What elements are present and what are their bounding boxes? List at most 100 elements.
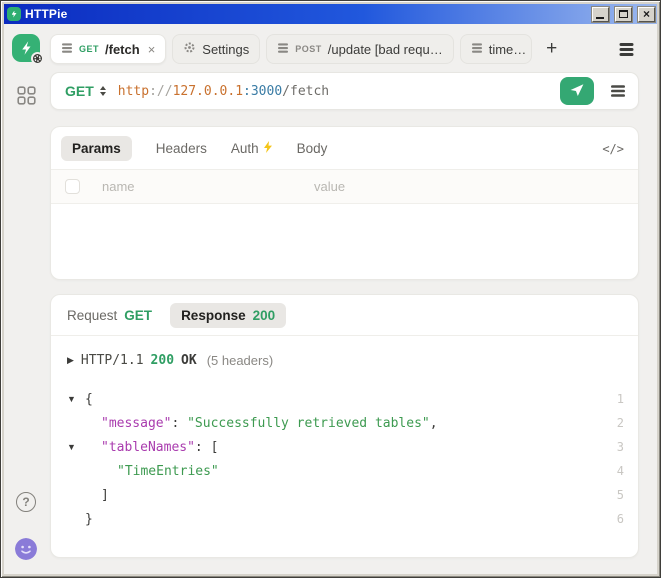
request-stack-icon bbox=[61, 42, 73, 57]
param-checkbox[interactable] bbox=[65, 179, 80, 194]
method-selector[interactable]: GET bbox=[65, 83, 106, 99]
json-key: "tableNames" bbox=[101, 440, 195, 455]
fold-open-icon[interactable]: ▼ bbox=[67, 442, 85, 452]
request-label: Request bbox=[67, 308, 117, 323]
environment-stack-icon[interactable] bbox=[606, 79, 630, 103]
request-editor-card: Params Headers Auth Body </> bbox=[50, 126, 639, 280]
gear-icon bbox=[183, 41, 196, 57]
response-body-json: ▼ { 1 "message": "Successfully retrieved… bbox=[67, 387, 624, 531]
request-editor-tabs: Params Headers Auth Body </> bbox=[51, 127, 638, 169]
fold-open-icon[interactable]: ▼ bbox=[67, 394, 85, 404]
tab-response[interactable]: Response 200 bbox=[170, 303, 286, 328]
response-status-badge: 200 bbox=[253, 308, 276, 323]
tab-path: /fetch bbox=[105, 42, 140, 57]
main-area: GET /fetch × Settings POST /update [bad … bbox=[48, 24, 657, 574]
line-number: 2 bbox=[606, 416, 624, 430]
help-icon: ? bbox=[22, 495, 29, 509]
response-body-line: ] 5 bbox=[67, 483, 624, 507]
minimize-icon bbox=[596, 17, 604, 19]
new-tab-button[interactable]: + bbox=[538, 35, 566, 63]
tab-label: time… bbox=[489, 42, 527, 57]
url-bar: GET http://127.0.0.1:3000/fetch bbox=[50, 72, 639, 110]
response-body-line: "message": "Successfully retrieved table… bbox=[67, 411, 624, 435]
httpie-window-icon bbox=[7, 7, 21, 21]
json-key: "message" bbox=[101, 416, 171, 431]
method-label: GET bbox=[65, 83, 94, 99]
tab-post-update[interactable]: POST /update [bad requ… bbox=[266, 34, 453, 64]
response-label: Response bbox=[181, 308, 246, 323]
tab-path: /update [bad requ… bbox=[328, 42, 443, 57]
maximize-button[interactable] bbox=[615, 7, 632, 22]
tab-body[interactable]: Body bbox=[297, 136, 328, 161]
status-reason: OK bbox=[181, 353, 197, 368]
gear-badge-icon bbox=[31, 52, 44, 65]
json-token: [ bbox=[211, 440, 219, 455]
json-token: } bbox=[85, 512, 93, 527]
tab-auth[interactable]: Auth bbox=[231, 136, 273, 161]
request-stack-icon bbox=[277, 42, 289, 57]
tab-settings[interactable]: Settings bbox=[172, 34, 260, 64]
url-separator: :// bbox=[149, 84, 172, 99]
line-number: 3 bbox=[606, 440, 624, 454]
url-host: 127.0.0.1 bbox=[173, 84, 243, 99]
httpie-logo bbox=[12, 34, 40, 62]
collections-layers-icon[interactable] bbox=[613, 36, 639, 62]
httpie-window: HTTPie × ? bbox=[0, 0, 661, 578]
url-path: /fetch bbox=[282, 84, 329, 99]
response-body-line: ▼ "tableNames": [ 3 bbox=[67, 435, 624, 459]
response-body-line: "TimeEntries" 4 bbox=[67, 459, 624, 483]
line-number: 5 bbox=[606, 488, 624, 502]
response-tabs: Request GET Response 200 bbox=[51, 295, 638, 335]
url-scheme: http bbox=[118, 84, 149, 99]
json-string: "TimeEntries" bbox=[117, 464, 219, 479]
response-card: Request GET Response 200 ▶ HTTP/1.1 200 … bbox=[50, 294, 639, 558]
close-icon: × bbox=[643, 8, 650, 20]
tab-get-fetch[interactable]: GET /fetch × bbox=[50, 34, 166, 64]
minimize-button[interactable] bbox=[592, 7, 609, 22]
tab-headers[interactable]: Headers bbox=[156, 136, 207, 161]
json-colon: : bbox=[195, 440, 211, 455]
sidebar: ? bbox=[4, 24, 48, 574]
line-number: 4 bbox=[606, 464, 624, 478]
param-value-input[interactable] bbox=[314, 179, 624, 194]
response-body-line: ▼ { 1 bbox=[67, 387, 624, 411]
maximize-icon bbox=[619, 10, 628, 18]
tab-time[interactable]: time… bbox=[460, 34, 532, 64]
headers-count: (5 headers) bbox=[207, 353, 273, 368]
help-button[interactable]: ? bbox=[16, 492, 36, 512]
workspace-grid-icon[interactable] bbox=[17, 86, 36, 110]
line-number: 6 bbox=[606, 512, 624, 526]
line-number: 1 bbox=[606, 392, 624, 406]
tab-strip: GET /fetch × Settings POST /update [bad … bbox=[50, 32, 639, 66]
titlebar: HTTPie × bbox=[4, 4, 657, 24]
send-button[interactable] bbox=[560, 77, 594, 105]
json-token: ] bbox=[101, 488, 109, 503]
param-row bbox=[51, 170, 638, 204]
tab-request[interactable]: Request GET bbox=[67, 303, 152, 328]
response-body-line: } 6 bbox=[67, 507, 624, 531]
tab-method: GET bbox=[79, 44, 99, 54]
account-avatar[interactable] bbox=[15, 538, 37, 560]
tab-method: POST bbox=[295, 44, 322, 54]
param-name-input[interactable] bbox=[102, 179, 292, 194]
tab-params[interactable]: Params bbox=[61, 136, 132, 161]
paper-plane-icon bbox=[569, 82, 585, 101]
request-stack-icon bbox=[471, 42, 483, 57]
window-title: HTTPie bbox=[25, 7, 586, 21]
json-colon: : bbox=[171, 416, 187, 431]
app-body: ? GET /fetch × bbox=[4, 24, 657, 574]
status-code: 200 bbox=[151, 353, 174, 368]
response-status-line[interactable]: ▶ HTTP/1.1 200 OK (5 headers) bbox=[67, 353, 624, 368]
request-method: GET bbox=[124, 308, 152, 323]
json-token: { bbox=[85, 392, 93, 407]
divider bbox=[51, 335, 638, 336]
collapse-arrow-icon[interactable]: ▶ bbox=[67, 356, 74, 365]
tab-auth-label: Auth bbox=[231, 141, 259, 156]
code-icon[interactable]: </> bbox=[602, 142, 624, 156]
tab-close-icon[interactable]: × bbox=[148, 43, 156, 56]
url-input[interactable]: http://127.0.0.1:3000/fetch bbox=[118, 84, 548, 99]
close-button[interactable]: × bbox=[638, 7, 655, 22]
tab-label: Settings bbox=[202, 42, 249, 57]
status-protocol: HTTP/1.1 bbox=[81, 353, 144, 368]
json-string: "Successfully retrieved tables" bbox=[187, 416, 430, 431]
